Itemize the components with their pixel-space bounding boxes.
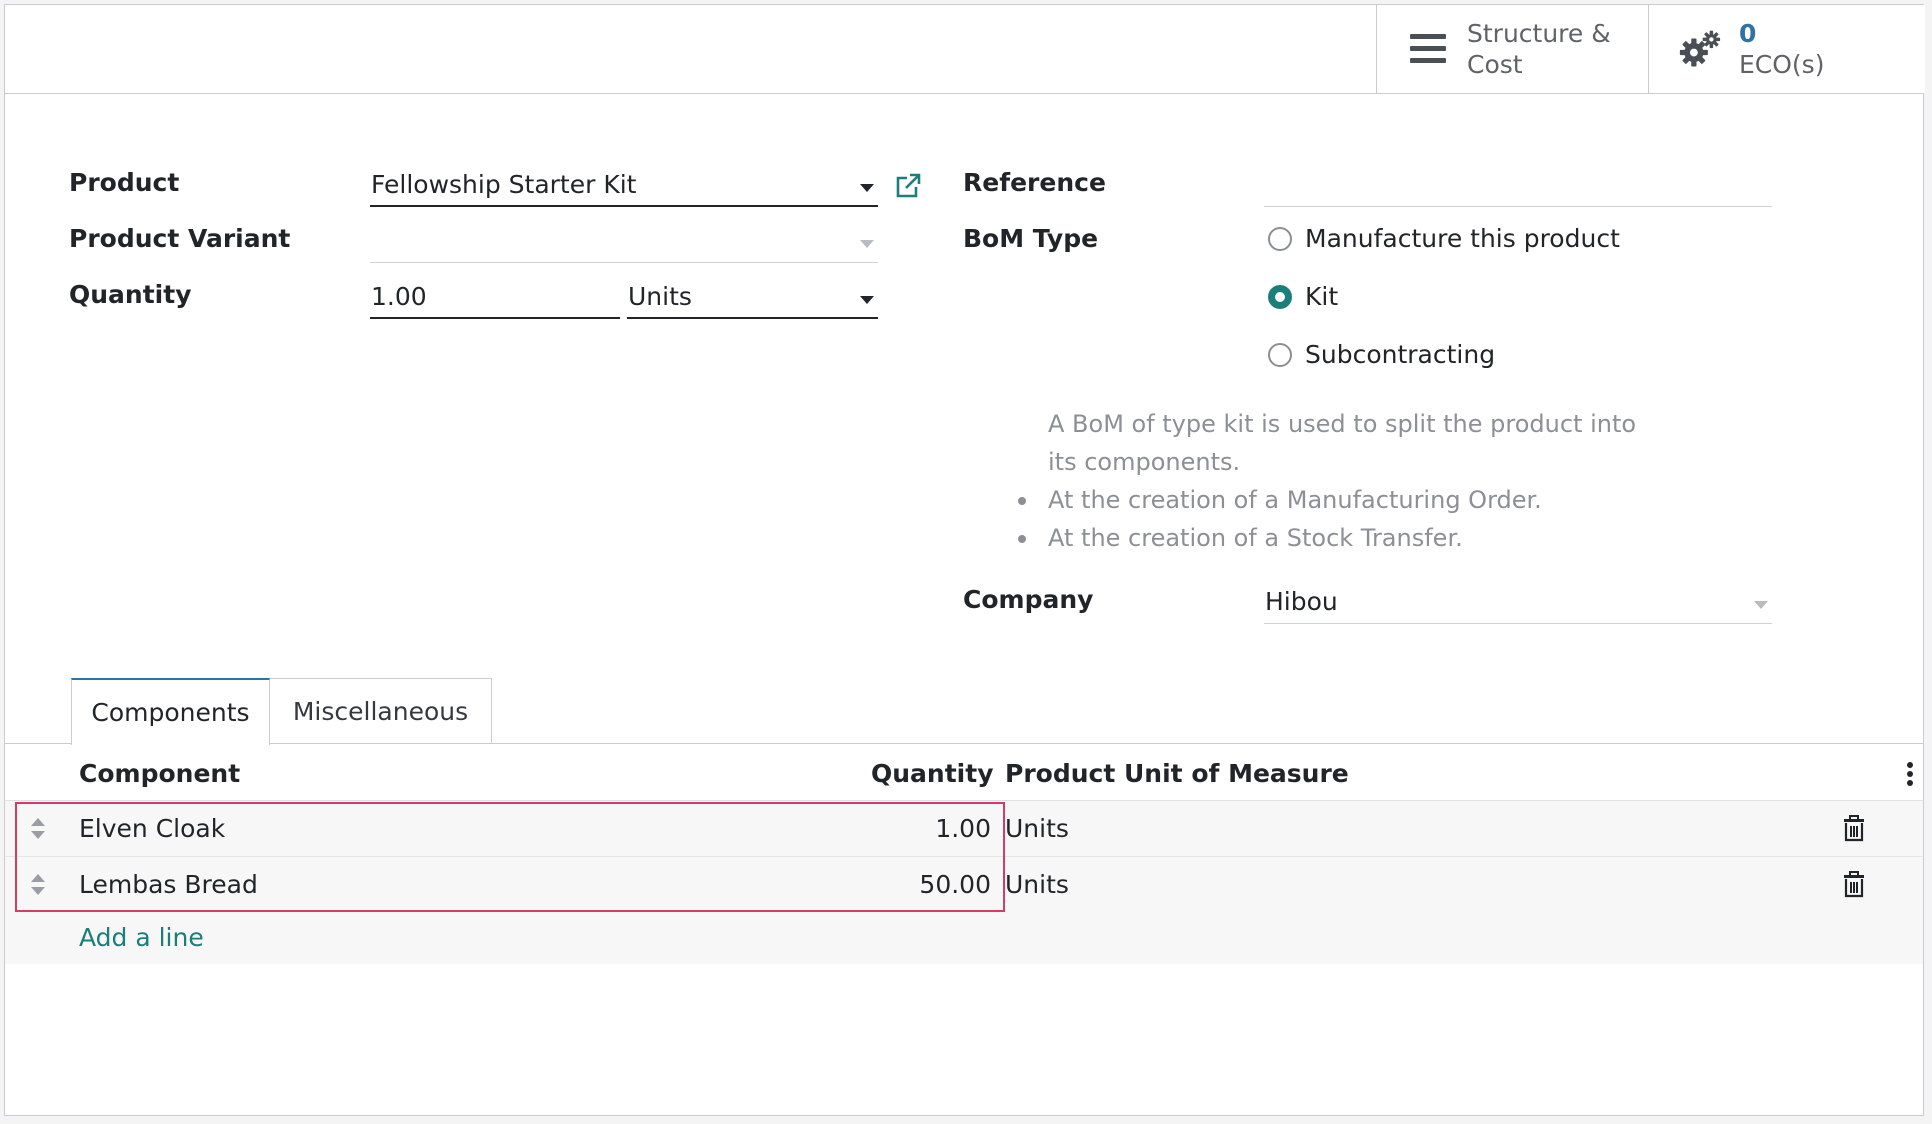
component-quantity[interactable]: 1.00 xyxy=(935,801,991,857)
quantity-uom-field[interactable]: Units xyxy=(627,279,878,319)
company-dropdown-caret[interactable] xyxy=(1754,601,1768,609)
product-label: Product xyxy=(69,168,180,197)
help-bullet: At the creation of a Manufacturing Order… xyxy=(1018,481,1668,519)
reference-label: Reference xyxy=(963,168,1106,197)
radio-checked-icon[interactable] xyxy=(1268,284,1292,309)
cogs-icon xyxy=(1679,28,1721,70)
company-field[interactable]: Hibou xyxy=(1264,584,1772,624)
table-row[interactable]: Elven Cloak 1.00 Units xyxy=(5,801,1923,857)
trash-icon[interactable] xyxy=(1841,871,1867,899)
product-variant-field[interactable] xyxy=(370,223,878,263)
radio-unchecked-icon[interactable] xyxy=(1268,342,1292,367)
company-label: Company xyxy=(963,585,1094,614)
eco-button[interactable]: 0 ECO(s) xyxy=(1648,5,1925,93)
column-header-quantity[interactable]: Quantity xyxy=(871,758,994,790)
tab-components[interactable]: Components xyxy=(71,678,270,745)
external-link-icon[interactable] xyxy=(894,172,922,200)
help-bullet: At the creation of a Stock Transfer. xyxy=(1018,519,1668,557)
tab-miscellaneous[interactable]: Miscellaneous xyxy=(269,678,492,744)
help-intro: A BoM of type kit is used to split the p… xyxy=(1048,410,1637,476)
component-uom[interactable]: Units xyxy=(1005,801,1069,857)
eco-count: 0 xyxy=(1739,19,1757,48)
radio-unchecked-icon[interactable] xyxy=(1268,226,1292,251)
quantity-input[interactable]: 1.00 xyxy=(370,279,620,319)
product-variant-dropdown-caret[interactable] xyxy=(860,240,874,248)
column-header-uom[interactable]: Product Unit of Measure xyxy=(1005,758,1349,790)
tabs-divider xyxy=(5,743,1923,744)
eco-label: 0 ECO(s) xyxy=(1739,19,1825,79)
smart-button-box: Structure & Cost 0 ECO(s) xyxy=(5,5,1925,94)
bars-icon xyxy=(1407,28,1449,70)
component-name[interactable]: Elven Cloak xyxy=(79,801,225,857)
bom-type-label: BoM Type xyxy=(963,224,1099,253)
table-row[interactable]: Lembas Bread 50.00 Units xyxy=(5,857,1923,913)
drag-handle-icon[interactable] xyxy=(30,874,46,898)
bom-type-option-manufacture[interactable]: Manufacture this product xyxy=(1268,224,1620,253)
bom-type-option-kit[interactable]: Kit xyxy=(1268,282,1338,311)
component-quantity[interactable]: 50.00 xyxy=(919,857,991,913)
component-uom[interactable]: Units xyxy=(1005,857,1069,913)
drag-handle-icon[interactable] xyxy=(30,818,46,842)
bom-type-help-text: A BoM of type kit is used to split the p… xyxy=(1018,405,1668,557)
uom-dropdown-caret[interactable] xyxy=(860,296,874,304)
product-field[interactable]: Fellowship Starter Kit xyxy=(370,167,878,207)
bom-type-option-subcontracting[interactable]: Subcontracting xyxy=(1268,340,1495,369)
add-line-row: Add a line xyxy=(5,912,1923,964)
product-variant-label: Product Variant xyxy=(69,224,291,253)
structure-cost-label: Structure & Cost xyxy=(1467,19,1611,79)
bom-form-sheet: Structure & Cost 0 ECO(s) Product Fellow… xyxy=(4,4,1925,1116)
component-name[interactable]: Lembas Bread xyxy=(79,857,258,913)
add-line-link[interactable]: Add a line xyxy=(79,912,204,964)
column-header-component[interactable]: Component xyxy=(79,758,240,790)
structure-cost-button[interactable]: Structure & Cost xyxy=(1376,5,1648,93)
trash-icon[interactable] xyxy=(1841,815,1867,843)
reference-input[interactable] xyxy=(1264,167,1772,207)
column-options-icon[interactable] xyxy=(1906,761,1914,787)
product-dropdown-caret[interactable] xyxy=(860,184,874,192)
quantity-label: Quantity xyxy=(69,280,192,309)
